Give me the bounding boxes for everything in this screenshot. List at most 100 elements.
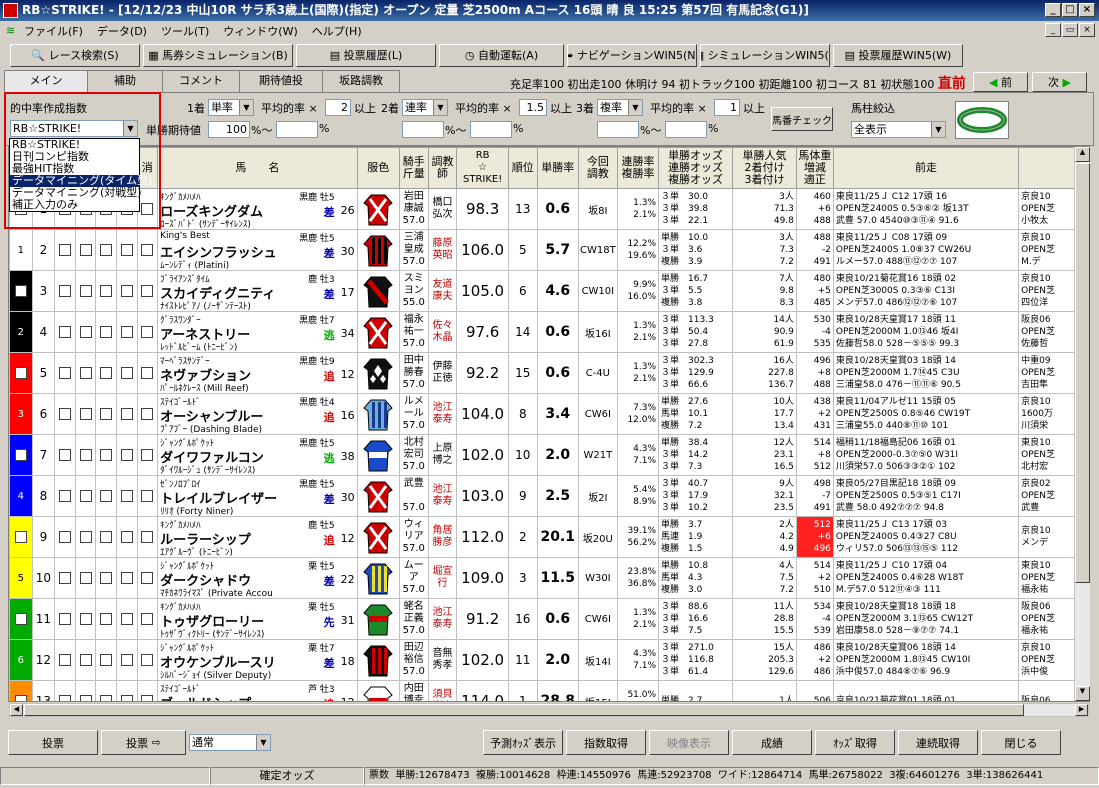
header-rank[interactable]: 順位 xyxy=(507,147,538,189)
horse-name-cell[interactable]: ﾌﾞﾗｲｱﾝｽﾞﾀｲﾑ スカイディグニティ ﾅｲｽﾄﾚﾋﾟｱﾉ (ﾉｰｻﾞﾝﾃｰｽﾄ… xyxy=(157,270,358,312)
header-pop[interactable]: 単勝人気 2着付け 3着付け xyxy=(732,147,797,189)
header-winrate[interactable]: 単勝率 xyxy=(536,147,579,189)
mark-checkbox[interactable] xyxy=(100,695,113,701)
header-trainer[interactable]: 調教 師 xyxy=(427,147,458,189)
table-row[interactable]: 59ｷﾝｸﾞｶﾒﾊﾒﾊルーラーシップｴｱｸﾞﾙｰｳﾞ (ﾄﾆｰﾋﾞﾝ)鹿 牡5追… xyxy=(9,516,1079,558)
mdi-minimize-button[interactable]: _ xyxy=(1045,23,1061,37)
menu-data[interactable]: データ(D) xyxy=(97,23,147,39)
mark-checkbox[interactable] xyxy=(100,408,113,420)
vote-forward-button[interactable]: 投票 ⇨ xyxy=(101,730,186,755)
horse-name-cell[interactable]: ｼﾞｬﾝｸﾞﾙﾎﾟｹｯﾄ オウケンブルースリ ｼﾙﾊﾞｰｼﾞｮｲ (Silver D… xyxy=(157,639,358,681)
hscroll-thumb[interactable] xyxy=(24,704,1024,716)
filter-select[interactable]: 全表示 ▼ xyxy=(851,121,946,138)
mark-checkbox[interactable] xyxy=(79,695,92,701)
prev-race-button[interactable]: ◀ 前 xyxy=(973,72,1028,92)
odds-fetch-button[interactable]: ｵｯｽﾞ取得 xyxy=(815,730,895,755)
table-row[interactable]: 1 2 King's Best エイシンフラッシュ ﾑｰﾝﾚﾃﾞｨ (Platini) 黒… xyxy=(9,229,1079,271)
header-train[interactable]: 今回 調教 xyxy=(577,147,618,189)
mark-checkbox[interactable] xyxy=(100,490,113,502)
cancel-checkbox[interactable] xyxy=(141,613,154,625)
mark-checkbox[interactable] xyxy=(79,244,92,256)
mark-checkbox[interactable] xyxy=(79,408,92,420)
vote-button[interactable]: 投票 xyxy=(8,730,98,755)
mark-checkbox[interactable] xyxy=(59,695,72,701)
minimize-button[interactable]: _ xyxy=(1045,3,1061,17)
vote-history-button[interactable]: ▤ 投票履歴(L) xyxy=(296,43,436,67)
horse-check-button[interactable]: 馬番チェック xyxy=(771,107,833,131)
mark-checkbox[interactable] xyxy=(100,326,113,338)
mark-checkbox[interactable] xyxy=(100,285,113,297)
simulation-win5-button[interactable]: ▦ シミュレーションWIN5(I) xyxy=(700,43,830,67)
menu-tools[interactable]: ツール(T) xyxy=(161,23,209,39)
waku-checkbox[interactable] xyxy=(14,695,27,701)
mark-checkbox[interactable] xyxy=(79,572,92,584)
mode-select[interactable]: 通常 ▼ xyxy=(189,734,271,751)
table-row[interactable]: 11ｷﾝｸﾞｶﾒﾊﾒﾊローズキングダムﾛｰｽﾞﾊﾞﾄﾞ (ｻﾝﾃﾞｰｻｲﾚﾝｽ)… xyxy=(9,188,1079,230)
table-row[interactable]: 3 6 ｽﾃｲｺﾞｰﾙﾄﾞ オーシャンブルー ﾌﾟｱﾌﾞｰ (Dashing Blade… xyxy=(9,393,1079,435)
cancel-checkbox[interactable] xyxy=(141,367,154,379)
header-jockey[interactable]: 騎手 斤量 xyxy=(398,147,429,189)
header-weight[interactable]: 馬体重 増減 適正 xyxy=(795,147,834,189)
mark-checkbox[interactable] xyxy=(120,244,133,256)
header-silk[interactable]: 服色 xyxy=(356,147,400,189)
maximize-button[interactable]: □ xyxy=(1062,3,1078,17)
mark-checkbox[interactable] xyxy=(120,490,133,502)
scroll-thumb[interactable] xyxy=(1075,163,1090,583)
mark-checkbox[interactable] xyxy=(120,654,133,666)
scroll-up-icon[interactable]: ▲ xyxy=(1075,147,1090,162)
tab-sub[interactable]: 補助 xyxy=(87,70,163,92)
table-row[interactable]: 4 8 ｾﾞﾝﾉﾛﾌﾞﾛｲ トレイルブレイザー ﾘﾘｵ (Forty Niner) 黒鹿 … xyxy=(9,475,1079,517)
table-row[interactable]: 2 4 ｸﾞﾗｽﾜﾝﾀﾞｰ アーネストリー ﾚｯﾄﾞﾙﾋﾞｰﾑ (ﾄﾆｰﾋﾞﾝ) 黒鹿 牡… xyxy=(9,311,1079,353)
scroll-left-icon[interactable]: ◀ xyxy=(10,704,23,716)
menu-window[interactable]: ウィンドウ(W) xyxy=(223,23,297,39)
mark-checkbox[interactable] xyxy=(59,654,72,666)
tab-comment[interactable]: コメント xyxy=(162,70,240,92)
mark-checkbox[interactable] xyxy=(79,490,92,502)
mark-checkbox[interactable] xyxy=(120,285,133,297)
navigation-win5-button[interactable]: ➦ ナビゲーションWIN5(N) xyxy=(567,43,697,67)
table-row[interactable]: 5 10 ｼﾞｬﾝｸﾞﾙﾎﾟｹｯﾄ ダークシャドウ ﾏﾁｶﾈﾜﾗｲﾏｽﾞ (Privat… xyxy=(9,557,1079,599)
header-rb[interactable]: RB ☆ STRIKE! xyxy=(456,147,509,189)
mark-checkbox[interactable] xyxy=(120,367,133,379)
table-row[interactable]: 611 ｷﾝｸﾞｶﾒﾊﾒﾊトゥザグローリーﾄｩｻﾞｳﾞｨｸﾄﾘｰ (ｻﾝﾃﾞｰｻｲ… xyxy=(9,598,1079,640)
menu-help[interactable]: ヘルプ(H) xyxy=(312,23,362,39)
table-row[interactable]: 713 ｽﾃｲｺﾞｰﾙﾄﾞゴールドシップﾎﾟｲﾝﾄﾌﾗｯｼｭ (ﾒｼﾞﾛﾏｯｸｲｰ… xyxy=(9,680,1079,701)
mark-checkbox[interactable] xyxy=(120,449,133,461)
mark-checkbox[interactable] xyxy=(120,572,133,584)
mark-checkbox[interactable] xyxy=(79,613,92,625)
cancel-checkbox[interactable] xyxy=(141,408,154,420)
third-avg-input[interactable]: 1 xyxy=(714,99,740,116)
tab-expected-vote[interactable]: 期待値投票 xyxy=(239,70,323,107)
horizontal-scrollbar[interactable]: ◀ ▶ xyxy=(9,703,1089,717)
second-place-select[interactable]: 連率 ▼ xyxy=(402,99,448,116)
mark-checkbox[interactable] xyxy=(100,244,113,256)
result-button[interactable]: 成績 xyxy=(732,730,812,755)
horse-name-cell[interactable]: ｼﾞｬﾝｸﾞﾙﾎﾟｹｯﾄ ダイワファルコン ﾀﾞｲﾜﾙｰｼﾞｭ (ｻﾝﾃﾞｰｻｲﾚﾝ… xyxy=(157,434,358,476)
horse-name-cell[interactable]: ｽﾃｲｺﾞｰﾙﾄﾞゴールドシップﾎﾟｲﾝﾄﾌﾗｯｼｭ (ﾒｼﾞﾛﾏｯｸｲｰﾝ)芦… xyxy=(157,680,358,701)
first-avg-input[interactable]: 2 xyxy=(325,99,351,116)
mark-checkbox[interactable] xyxy=(100,572,113,584)
cancel-checkbox[interactable] xyxy=(141,326,154,338)
mark-checkbox[interactable] xyxy=(100,654,113,666)
mark-checkbox[interactable] xyxy=(79,531,92,543)
auto-run-button[interactable]: ◷ 自動運転(A) xyxy=(439,43,564,67)
mark-checkbox[interactable] xyxy=(79,654,92,666)
mdi-restore-button[interactable]: ▭ xyxy=(1062,23,1078,37)
tab-main[interactable]: メイン xyxy=(4,70,88,93)
horse-name-cell[interactable]: ﾏｰﾍﾞﾗｽｻﾝﾃﾞｰ ネヴァブション ﾊﾟｰﾙﾈｸﾚｰｽ (Mill Reef) 黒… xyxy=(157,352,358,394)
mark-checkbox[interactable] xyxy=(59,490,72,502)
cancel-checkbox[interactable] xyxy=(141,244,154,256)
predict-odds-button[interactable]: 予測ｵｯｽﾞ表示 xyxy=(483,730,563,755)
cancel-checkbox[interactable] xyxy=(141,695,154,701)
horse-name-cell[interactable]: ｼﾞｬﾝｸﾞﾙﾎﾟｹｯﾄ ダークシャドウ ﾏﾁｶﾈﾜﾗｲﾏｽﾞ (Private A… xyxy=(157,557,358,599)
mark-checkbox[interactable] xyxy=(59,244,72,256)
horse-name-cell[interactable]: ｷﾝｸﾞｶﾒﾊﾒﾊ ルーラーシップ ｴｱｸﾞﾙｰｳﾞ (ﾄﾆｰﾋﾞﾝ) 鹿 牡5 追 12 xyxy=(157,516,358,558)
race-search-button[interactable]: 🔍 レース検索(S) xyxy=(10,43,140,67)
menu-file[interactable]: ファイル(F) xyxy=(24,23,83,39)
mark-checkbox[interactable] xyxy=(100,449,113,461)
cancel-checkbox[interactable] xyxy=(141,572,154,584)
tab-slope-training[interactable]: 坂路調教 xyxy=(322,70,400,92)
mark-checkbox[interactable] xyxy=(100,531,113,543)
bet-simulation-button[interactable]: ▦ 馬券シミュレーション(B) xyxy=(143,43,293,67)
continuous-fetch-button[interactable]: 連続取得 xyxy=(898,730,978,755)
